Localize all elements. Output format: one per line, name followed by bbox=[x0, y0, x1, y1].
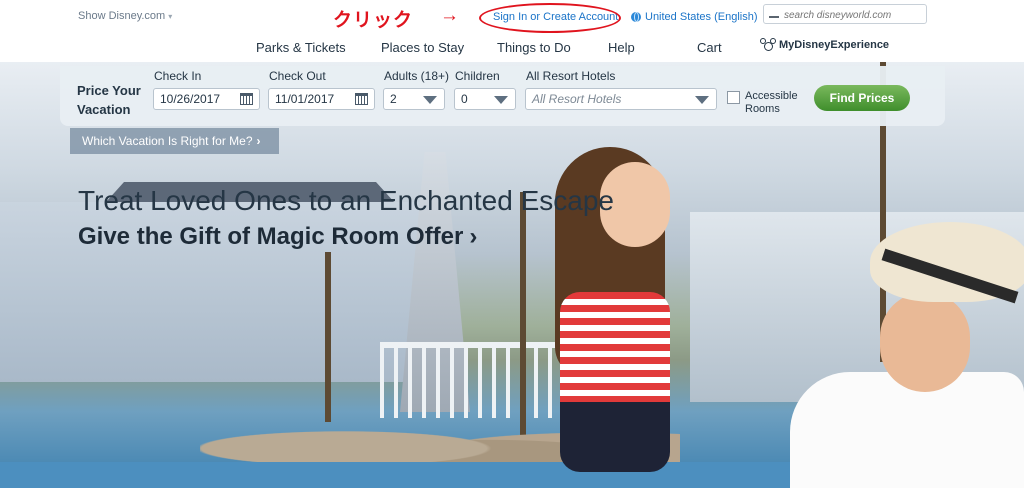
lamp-post bbox=[520, 192, 526, 452]
show-disney-label: Show Disney.com bbox=[78, 10, 166, 22]
chevron-down-icon: ▾ bbox=[168, 12, 173, 21]
which-vacation-button[interactable]: Which Vacation Is Right for Me? › bbox=[70, 128, 279, 154]
mickey-icon bbox=[760, 38, 776, 52]
adults-select[interactable]: 2 bbox=[383, 88, 445, 110]
hero-headline: Treat Loved Ones to an Enchanted Escape bbox=[78, 185, 614, 216]
click-annotation-text: クリック bbox=[333, 10, 414, 31]
show-disney-link[interactable]: Show Disney.com ▾ bbox=[78, 10, 172, 22]
dropdown-arrow-icon bbox=[494, 96, 508, 104]
globe-icon bbox=[631, 12, 641, 22]
check-out-label: Check Out bbox=[269, 69, 326, 83]
dropdown-arrow-icon bbox=[695, 96, 709, 104]
chevron-right-icon: › bbox=[469, 223, 478, 250]
price-your-vacation-panel: Price Your Vacation Check In 10/26/2017 … bbox=[60, 66, 945, 126]
adults-value: 2 bbox=[390, 92, 397, 106]
chevron-right-icon: › bbox=[256, 134, 261, 148]
annotation-arrow: → bbox=[440, 5, 459, 26]
calendar-icon[interactable] bbox=[355, 93, 368, 105]
hotels-label: All Resort Hotels bbox=[526, 69, 616, 83]
accessible-rooms-checkbox[interactable] bbox=[727, 91, 740, 104]
search-input[interactable] bbox=[784, 8, 922, 22]
annotation-circle bbox=[479, 3, 621, 33]
hero-offer-link[interactable]: Give the Gift of Magic Room Offer › bbox=[78, 223, 477, 251]
check-in-label: Check In bbox=[154, 69, 202, 83]
woman-photo bbox=[760, 222, 1024, 488]
my-disney-experience-link[interactable]: MyDisneyExperience bbox=[760, 38, 889, 52]
nav-places-to-stay[interactable]: Places to Stay bbox=[381, 40, 464, 55]
locale-selector[interactable]: United States (English) bbox=[631, 11, 758, 23]
locale-label: United States (English) bbox=[645, 11, 758, 23]
top-bar: Show Disney.com ▾ クリック → Sign In or Creat… bbox=[0, 0, 1024, 62]
hotels-select[interactable]: All Resort Hotels bbox=[525, 88, 717, 110]
hotels-value: All Resort Hotels bbox=[532, 92, 622, 106]
find-prices-button[interactable]: Find Prices bbox=[814, 85, 910, 111]
nav-cart[interactable]: Cart bbox=[697, 40, 722, 55]
search-icon bbox=[769, 16, 779, 18]
children-select[interactable]: 0 bbox=[454, 88, 516, 110]
search-box[interactable] bbox=[763, 4, 927, 24]
check-in-field[interactable]: 10/26/2017 bbox=[153, 88, 260, 110]
accessible-rooms-label[interactable]: Accessible Rooms bbox=[745, 90, 805, 116]
check-out-value: 11/01/2017 bbox=[275, 92, 335, 106]
children-label: Children bbox=[455, 69, 500, 83]
nav-things-to-do[interactable]: Things to Do bbox=[497, 40, 571, 55]
which-vacation-label: Which Vacation Is Right for Me? bbox=[82, 134, 253, 148]
my-disney-experience-label: MyDisneyExperience bbox=[779, 39, 890, 51]
nav-parks-tickets[interactable]: Parks & Tickets bbox=[256, 40, 346, 55]
children-value: 0 bbox=[461, 92, 468, 106]
check-in-value: 10/26/2017 bbox=[160, 92, 221, 106]
hero-offer-label: Give the Gift of Magic Room Offer bbox=[78, 223, 464, 250]
lamp-post bbox=[325, 252, 331, 422]
calendar-icon[interactable] bbox=[240, 93, 253, 105]
adults-label: Adults (18+) bbox=[384, 69, 450, 83]
nav-help[interactable]: Help bbox=[608, 40, 635, 55]
dropdown-arrow-icon bbox=[423, 96, 437, 104]
panel-title: Price Your Vacation bbox=[77, 83, 141, 117]
check-out-field[interactable]: 11/01/2017 bbox=[268, 88, 375, 110]
